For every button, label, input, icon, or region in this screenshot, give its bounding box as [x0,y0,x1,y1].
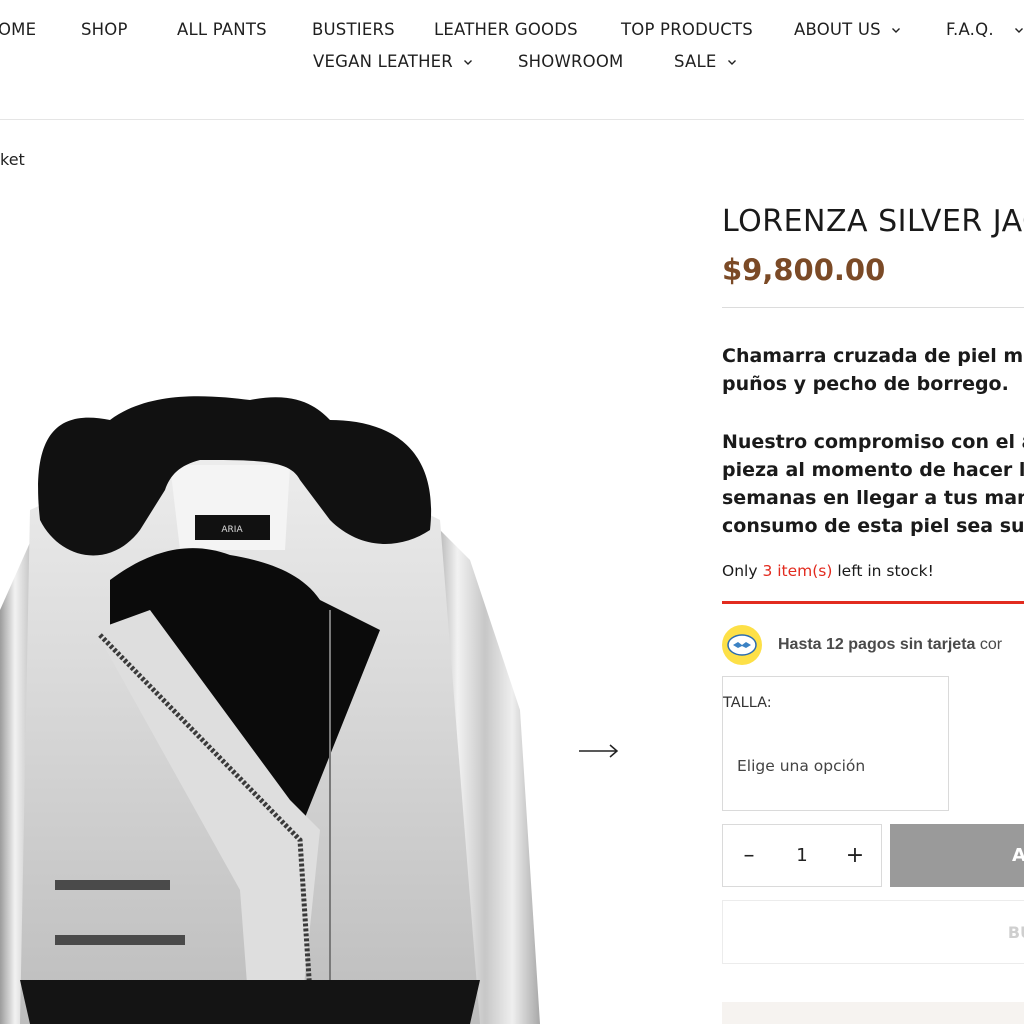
nav-label: VEGAN LEATHER [313,52,453,71]
stock-notice: Only 3 item(s) left in stock! [722,562,934,580]
stock-count: 3 item(s) [762,562,833,580]
size-dropdown[interactable]: Elige una opción [737,757,865,775]
nav-label: OME [0,20,37,39]
nav-item-all-pants[interactable]: ALL PANTS [177,20,267,39]
nav-item-home[interactable]: OME [0,20,36,39]
nav-item-vegan-leather[interactable]: VEGAN LEATHER [313,52,473,71]
payment-banner[interactable]: Hasta 12 pagos sin tarjeta cor [722,625,1002,665]
increase-quantity-button[interactable]: + [845,843,865,868]
chevron-down-icon [727,59,736,65]
nav-item-leather-goods[interactable]: LEATHER GOODS [434,20,578,39]
nav-label: SHOWROOM [518,52,624,71]
nav-item-bustiers[interactable]: BUSTIERS [312,20,395,39]
description-line: semanas en llegar a tus manos, [722,487,1024,509]
payment-bold-text: Hasta 12 pagos sin tarjeta [778,636,976,653]
description-line: Chamarra cruzada de piel meta [722,345,1024,367]
description-line: Nuestro compromiso con el am [722,431,1024,453]
product-image[interactable]: ARIA [0,190,660,1024]
size-selector[interactable]: TALLA: Elige una opción [722,676,949,811]
description-line: consumo de esta piel sea suster [722,515,1024,537]
nav-item-shop[interactable]: SHOP [81,20,128,39]
nav-label: SALE [674,52,717,71]
payment-text: Hasta 12 pagos sin tarjeta cor [778,636,1002,654]
arrow-right-icon[interactable] [578,740,620,762]
stock-progress-bar [722,601,1024,604]
nav-label: F.A.Q. [946,20,994,39]
bottom-strip [722,1002,1024,1024]
mercado-pago-handshake-icon [722,625,762,665]
chevron-down-icon [463,59,472,65]
breadcrumb: ket [0,150,25,169]
description-line: pieza al momento de hacer la c [722,459,1024,481]
nav-label: SHOP [81,20,128,39]
jacket-image: ARIA [0,396,540,1024]
size-label: TALLA: [723,695,772,711]
nav-item-sale[interactable]: SALE [674,52,737,71]
payment-rest-text: cor [975,636,1003,653]
product-price: $9,800.00 [722,253,886,287]
stock-prefix: Only [722,562,763,580]
brand-label: ARIA [221,525,243,535]
buy-now-label: BU [1007,922,1024,942]
buy-now-button[interactable]: BU [722,900,1024,964]
nav-label: ALL PANTS [177,20,267,39]
product-commitment-text: Nuestro compromiso con el am pieza al mo… [722,428,1024,540]
nav-item-about-us[interactable]: ABOUT US [794,20,901,39]
chevron-down-icon [1014,27,1023,33]
quantity-input[interactable]: 1 [796,845,807,866]
nav-item-top-products[interactable]: TOP PRODUCTS [621,20,753,39]
decrease-quantity-button[interactable]: – [739,843,759,868]
product-description: Chamarra cruzada de piel meta puños y pe… [722,342,1024,398]
chevron-down-icon [891,27,900,33]
divider [722,307,1024,308]
quantity-stepper: – 1 + [722,824,882,887]
nav-label: BUSTIERS [312,20,395,39]
add-to-cart-button[interactable]: A [890,824,1024,887]
main-navigation: OME SHOP ALL PANTS BUSTIERS LEATHER GOOD… [0,0,1024,120]
stock-suffix: left in stock! [832,562,934,580]
nav-label: LEATHER GOODS [434,20,578,39]
nav-item-showroom[interactable]: SHOWROOM [518,52,623,71]
product-title: LORENZA SILVER JAC [722,204,1024,239]
description-line: puños y pecho de borrego. [722,373,1009,395]
nav-label: ABOUT US [794,20,881,39]
nav-item-faq[interactable]: F.A.Q. [946,20,1024,39]
nav-label: TOP PRODUCTS [621,20,753,39]
